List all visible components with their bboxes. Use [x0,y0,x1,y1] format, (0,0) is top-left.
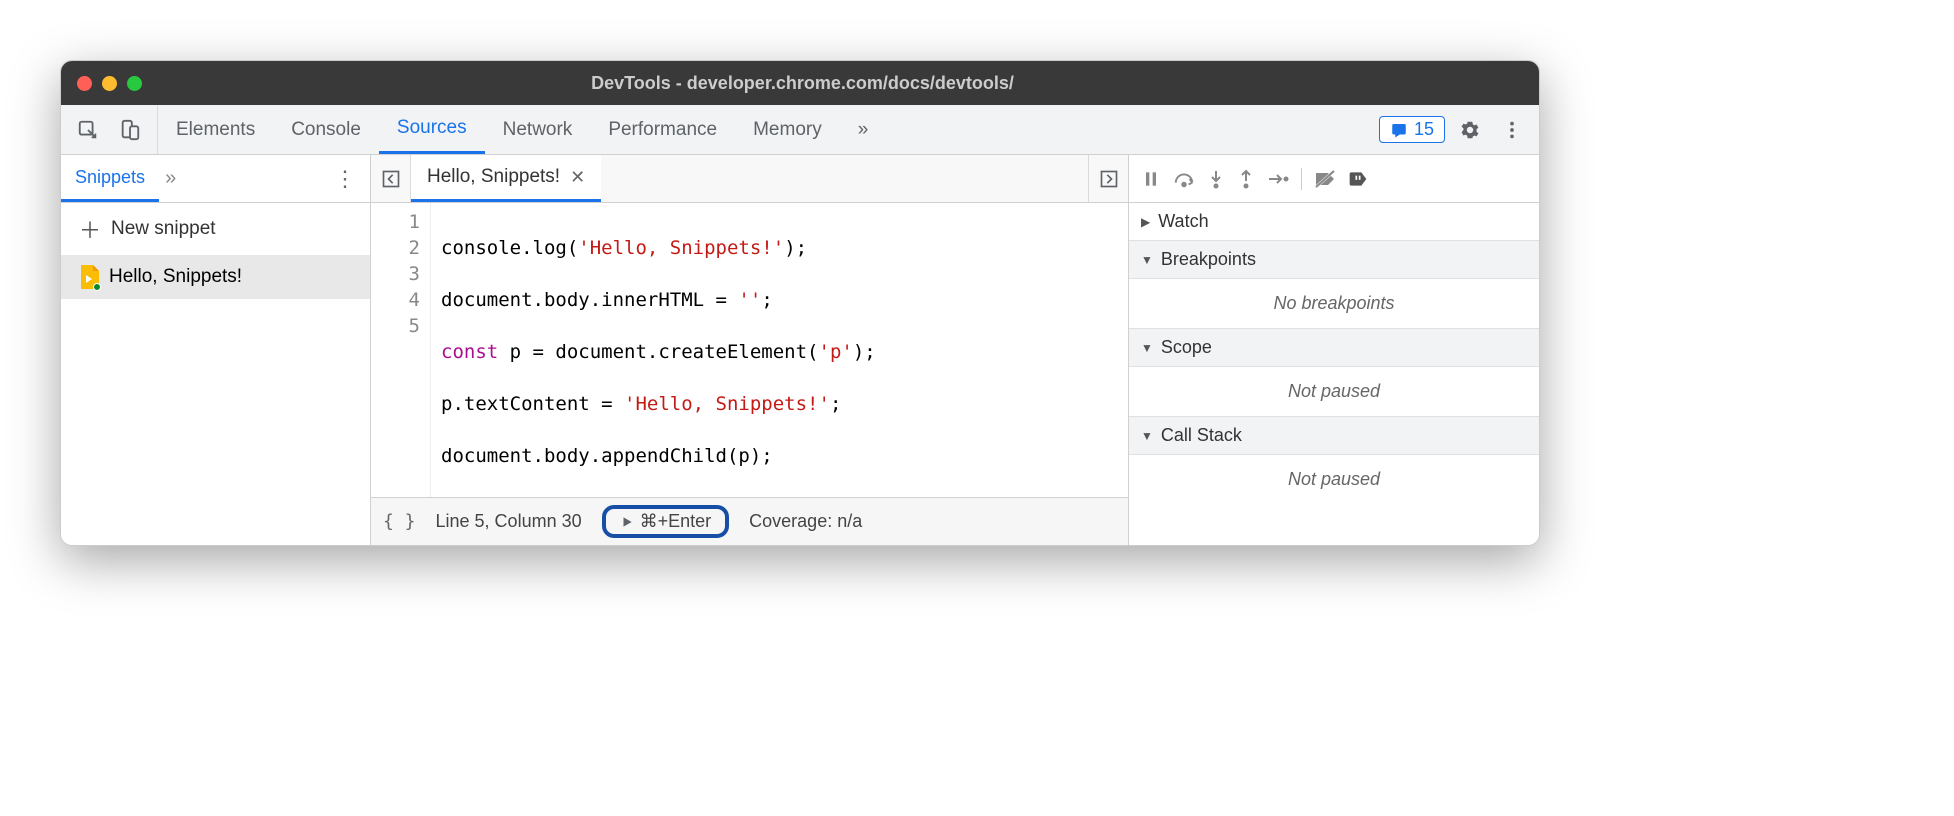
new-snippet-label: New snippet [111,218,216,240]
sidebar-more[interactable]: » [165,167,176,190]
tab-network[interactable]: Network [485,105,591,154]
new-snippet-button[interactable]: ＋ New snippet [61,203,370,255]
titlebar: DevTools - developer.chrome.com/docs/dev… [61,61,1539,105]
settings-icon[interactable] [1453,113,1487,147]
chevron-down-icon: ▼ [1141,429,1153,443]
pause-icon[interactable] [1141,169,1161,189]
editor: Hello, Snippets! ✕ 1 2 3 4 5 console.log… [371,155,1129,545]
issues-badge[interactable]: 15 [1379,116,1445,143]
step-into-icon[interactable] [1207,169,1225,189]
step-out-icon[interactable] [1237,169,1255,189]
format-icon[interactable]: { } [383,511,416,532]
callstack-body: Not paused [1129,455,1539,504]
kebab-icon[interactable] [1495,113,1529,147]
tabbar-actions: 15 [1369,105,1539,154]
debug-toolbar [1129,155,1539,203]
nav-forward-icon[interactable] [1088,155,1128,202]
issues-count: 15 [1414,119,1434,140]
tab-elements[interactable]: Elements [158,105,273,154]
chevron-down-icon: ▼ [1141,253,1153,267]
main-tabbar: Elements Console Sources Network Perform… [61,105,1539,155]
sidebar-tab-snippets[interactable]: Snippets [61,155,159,202]
traffic-lights [77,76,142,91]
run-snippet-button[interactable]: ⌘+Enter [602,505,730,538]
code-editor[interactable]: 1 2 3 4 5 console.log('Hello, Snippets!'… [371,203,1128,497]
devtools-window: DevTools - developer.chrome.com/docs/dev… [60,60,1540,546]
modified-dot-icon [93,283,101,291]
tab-more[interactable]: » [840,105,887,154]
watch-section[interactable]: ▶ Watch [1129,203,1539,241]
step-icon[interactable] [1267,170,1289,188]
sidebar-kebab-icon[interactable]: ⋮ [320,166,370,192]
minimize-window-icon[interactable] [102,76,117,91]
editor-statusbar: { } Line 5, Column 30 ⌘+Enter Coverage: … [371,497,1128,545]
sidebar-tabs: Snippets » ⋮ [61,155,370,203]
tab-console[interactable]: Console [273,105,379,154]
nav-back-icon[interactable] [371,155,411,202]
cursor-position: Line 5, Column 30 [436,511,582,532]
chevron-right-icon: ▶ [1141,215,1150,229]
breakpoints-body: No breakpoints [1129,279,1539,329]
code-body[interactable]: console.log('Hello, Snippets!'); documen… [431,203,876,497]
editor-tab-label: Hello, Snippets! [427,166,560,188]
deactivate-breakpoints-icon[interactable] [1314,169,1336,189]
snippet-file-icon [79,265,99,289]
step-over-icon[interactable] [1173,169,1195,189]
device-toggle-icon[interactable] [113,113,147,147]
line-gutter: 1 2 3 4 5 [371,203,431,497]
chevron-down-icon: ▼ [1141,341,1153,355]
callstack-section[interactable]: ▼ Call Stack [1129,417,1539,455]
editor-tabs: Hello, Snippets! ✕ [371,155,1128,203]
coverage-status: Coverage: n/a [749,511,862,532]
snippet-item[interactable]: Hello, Snippets! [61,255,370,299]
content-area: Snippets » ⋮ ＋ New snippet Hello, Snippe… [61,155,1539,545]
inspect-icon[interactable] [71,113,105,147]
device-toolbar [61,105,158,154]
pause-on-exceptions-icon[interactable] [1348,169,1368,189]
zoom-window-icon[interactable] [127,76,142,91]
window-title: DevTools - developer.chrome.com/docs/dev… [142,73,1463,94]
play-icon [620,515,634,529]
editor-tab[interactable]: Hello, Snippets! ✕ [411,155,601,202]
run-shortcut: ⌘+Enter [640,511,712,532]
snippet-item-label: Hello, Snippets! [109,266,242,288]
tab-memory[interactable]: Memory [735,105,840,154]
close-window-icon[interactable] [77,76,92,91]
scope-body: Not paused [1129,367,1539,417]
tab-sources[interactable]: Sources [379,105,485,154]
debug-panel: ▶ Watch ▼ Breakpoints No breakpoints ▼ S… [1129,155,1539,545]
plus-icon: ＋ [79,213,101,245]
close-tab-icon[interactable]: ✕ [570,167,585,188]
breakpoints-section[interactable]: ▼ Breakpoints [1129,241,1539,279]
sidebar: Snippets » ⋮ ＋ New snippet Hello, Snippe… [61,155,371,545]
scope-section[interactable]: ▼ Scope [1129,329,1539,367]
tab-performance[interactable]: Performance [590,105,735,154]
